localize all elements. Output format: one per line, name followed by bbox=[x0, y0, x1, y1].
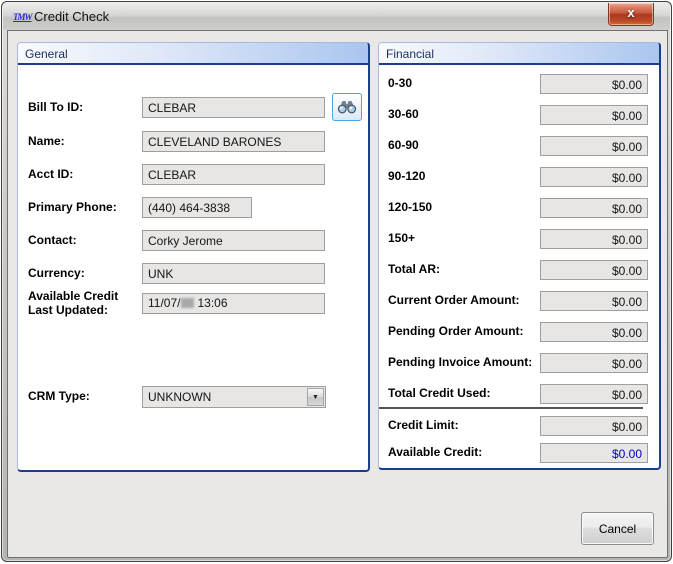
available-credit-label: Available Credit: bbox=[388, 445, 482, 459]
bill-to-id-field[interactable] bbox=[142, 97, 325, 118]
total-ar-value: $0.00 bbox=[540, 260, 648, 280]
total-credit-used-value: $0.00 bbox=[540, 384, 648, 404]
aging-120-150-value: $0.00 bbox=[540, 198, 648, 218]
aging-150-plus-label: 150+ bbox=[388, 231, 415, 245]
tmw-logo-icon: TMW bbox=[13, 12, 32, 22]
financial-header: Financial bbox=[379, 43, 659, 65]
title-bar[interactable]: TMW Credit Check x bbox=[3, 3, 670, 30]
currency-field[interactable] bbox=[142, 263, 325, 284]
dialog-body: General Bill To ID: Name: Acct ID: bbox=[7, 30, 668, 558]
crm-type-value: UNKNOWN bbox=[143, 387, 325, 404]
financial-groupbox: Financial 0-30 $0.00 30-60 $0.00 60-90 $… bbox=[378, 42, 661, 470]
bill-to-id-label: Bill To ID: bbox=[28, 100, 83, 114]
time-value: 13:06 bbox=[197, 296, 227, 310]
pending-invoice-amount-value: $0.00 bbox=[540, 353, 648, 373]
redacted-text bbox=[181, 298, 194, 308]
crm-type-dropdown[interactable]: UNKNOWN ▼ bbox=[142, 386, 326, 408]
close-button[interactable]: x bbox=[608, 3, 654, 26]
total-ar-label: Total AR: bbox=[388, 262, 440, 276]
financial-body: 0-30 $0.00 30-60 $0.00 60-90 $0.00 90-12… bbox=[379, 67, 659, 468]
aging-150-plus-value: $0.00 bbox=[540, 229, 648, 249]
acct-id-field[interactable] bbox=[142, 164, 325, 185]
pending-order-amount-value: $0.00 bbox=[540, 322, 648, 342]
credit-check-dialog: TMW Credit Check x General Bill To ID: bbox=[1, 1, 672, 562]
aging-0-30-label: 0-30 bbox=[388, 76, 412, 90]
credit-limit-value: $0.00 bbox=[540, 416, 648, 436]
aging-90-120-label: 90-120 bbox=[388, 169, 425, 183]
name-field[interactable] bbox=[142, 131, 325, 152]
general-header: General bbox=[18, 43, 368, 65]
primary-phone-label: Primary Phone: bbox=[28, 200, 117, 214]
current-order-amount-label: Current Order Amount: bbox=[388, 293, 520, 307]
window-title: Credit Check bbox=[34, 9, 109, 24]
credit-updated-field[interactable]: 11/07/13:06 bbox=[142, 293, 325, 314]
pending-invoice-amount-label: Pending Invoice Amount: bbox=[388, 355, 532, 369]
aging-0-30-value: $0.00 bbox=[540, 74, 648, 94]
binoculars-icon bbox=[337, 99, 357, 114]
name-label: Name: bbox=[28, 134, 65, 148]
summary-separator bbox=[379, 407, 643, 409]
currency-label: Currency: bbox=[28, 266, 85, 280]
aging-60-90-label: 60-90 bbox=[388, 138, 419, 152]
aging-90-120-value: $0.00 bbox=[540, 167, 648, 187]
primary-phone-field[interactable] bbox=[142, 197, 252, 218]
crm-type-label: CRM Type: bbox=[28, 389, 90, 403]
general-body: Bill To ID: Name: Acct ID: Primary Phone… bbox=[18, 67, 368, 470]
cancel-button[interactable]: Cancel bbox=[581, 512, 654, 545]
chevron-down-icon[interactable]: ▼ bbox=[307, 388, 324, 406]
lookup-button[interactable] bbox=[332, 93, 362, 121]
total-credit-used-label: Total Credit Used: bbox=[388, 386, 490, 400]
aging-30-60-value: $0.00 bbox=[540, 105, 648, 125]
current-order-amount-value: $0.00 bbox=[540, 291, 648, 311]
pending-order-amount-label: Pending Order Amount: bbox=[388, 324, 524, 338]
general-groupbox: General Bill To ID: Name: Acct ID: bbox=[17, 42, 370, 472]
credit-updated-label: Available Credit Last Updated: bbox=[28, 289, 118, 317]
acct-id-label: Acct ID: bbox=[28, 167, 73, 181]
close-icon: x bbox=[627, 5, 634, 20]
aging-60-90-value: $0.00 bbox=[540, 136, 648, 156]
contact-field[interactable] bbox=[142, 230, 325, 251]
aging-120-150-label: 120-150 bbox=[388, 200, 432, 214]
aging-30-60-label: 30-60 bbox=[388, 107, 419, 121]
date-prefix: 11/07/ bbox=[148, 296, 180, 310]
available-credit-value: $0.00 bbox=[540, 443, 648, 463]
credit-limit-label: Credit Limit: bbox=[388, 418, 459, 432]
contact-label: Contact: bbox=[28, 233, 77, 247]
